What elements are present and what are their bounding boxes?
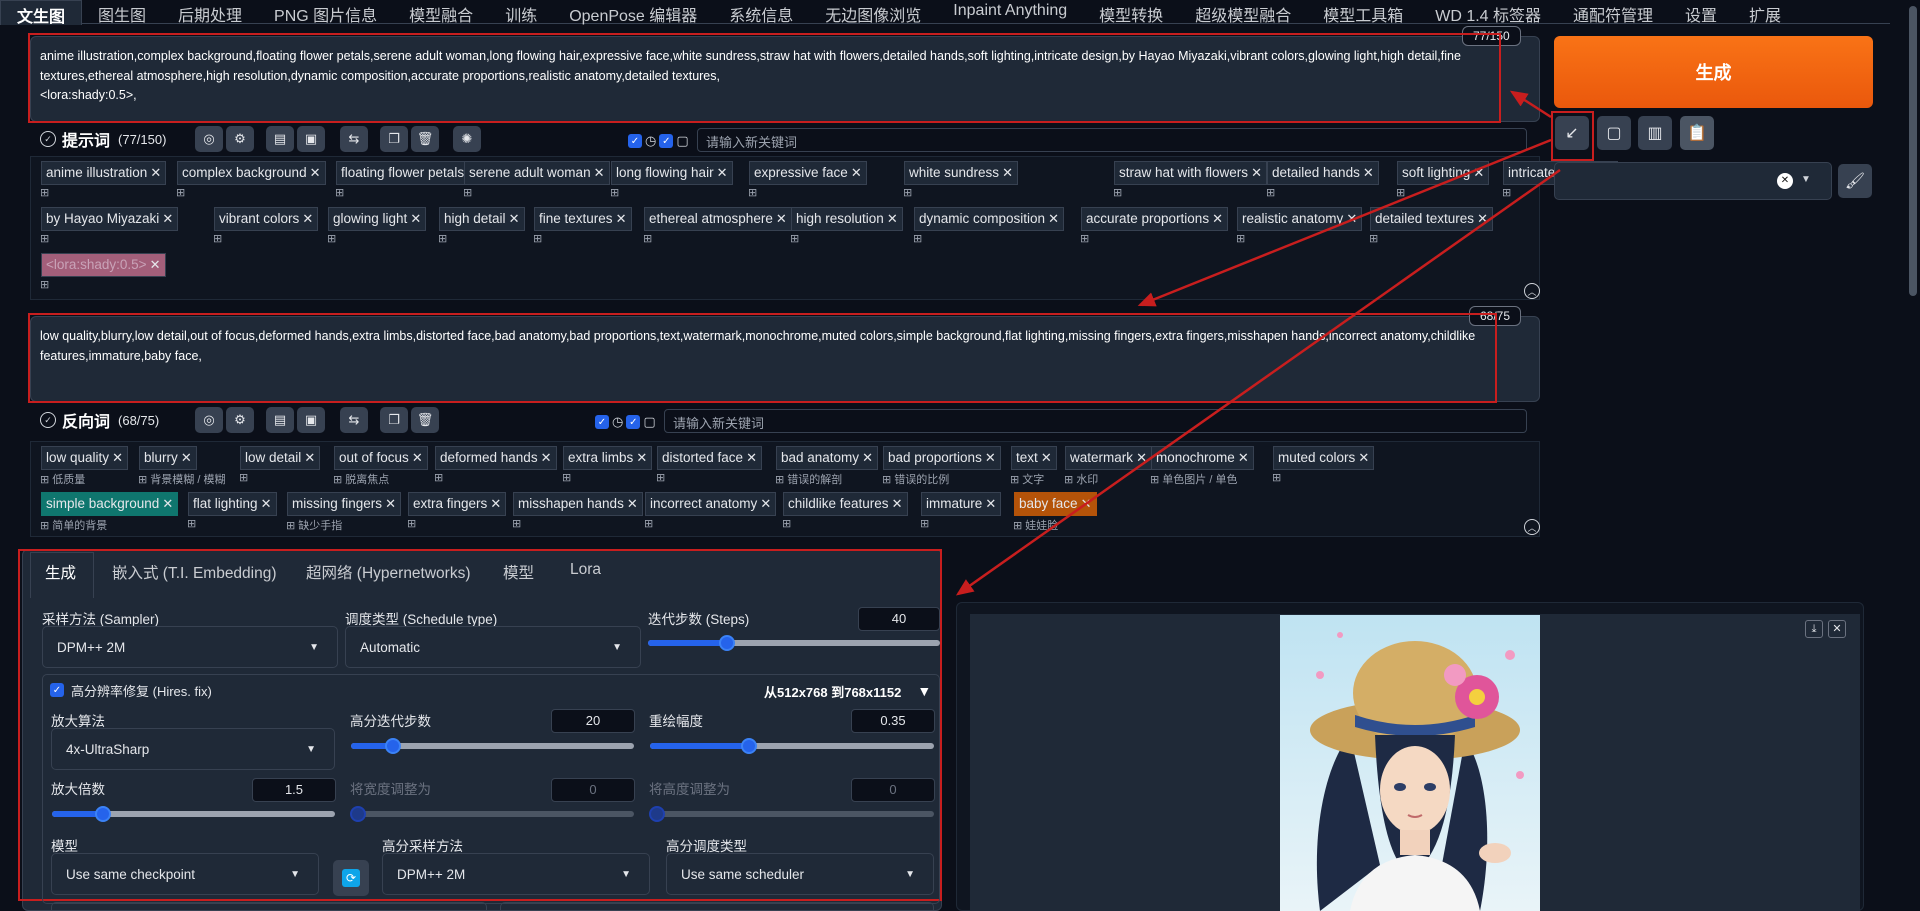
annotation-arrows: [955, 90, 1561, 596]
collapse-up-icon[interactable]: ︿: [1524, 519, 1540, 535]
collapse-up-icon[interactable]: ︿: [1524, 283, 1540, 299]
